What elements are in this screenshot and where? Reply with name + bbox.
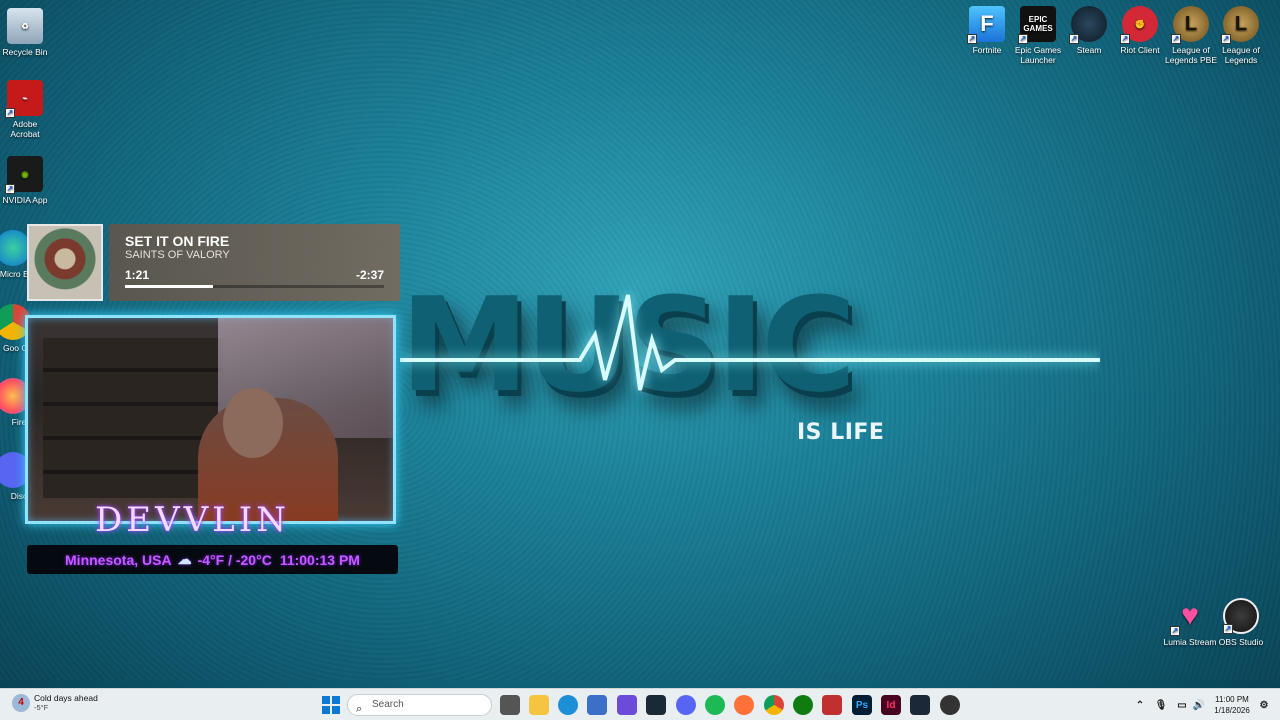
snipping-tool-icon[interactable] xyxy=(822,695,842,715)
album-art xyxy=(27,224,103,301)
recycle-bin-icon: ♻ xyxy=(7,8,43,44)
clock-date: 1/18/2026 xyxy=(1214,706,1250,715)
clock-time: 11:00 PM xyxy=(1215,695,1249,704)
progress-bar xyxy=(125,285,384,288)
epic-games-icon: EPIC GAMES ↗ xyxy=(1018,6,1056,44)
store-icon[interactable] xyxy=(587,695,607,715)
wallpaper-tagline: IS LIFE xyxy=(797,420,885,445)
nvidia-icon: ◉ ↗ xyxy=(5,156,43,194)
snow-cloud-icon: ☁ xyxy=(177,551,192,567)
taskbar: 4 Cold days ahead -5°F ⌕ Search Ps Id ⌃ … xyxy=(0,688,1280,720)
epic-glyph: EPIC GAMES xyxy=(1023,15,1053,33)
riot-icon: ✊ ↗ xyxy=(1120,6,1158,44)
fortnite-glyph: F xyxy=(980,11,994,36)
weather-title: Cold days ahead xyxy=(34,693,98,703)
desktop-icon-label: OBS Studio xyxy=(1218,637,1264,647)
desktop-icon-label: Lumia Stream xyxy=(1163,637,1217,647)
search-placeholder: Search xyxy=(372,699,404,710)
firefox-taskbar-icon[interactable] xyxy=(734,695,754,715)
desktop-icon-label: Epic Games Launcher xyxy=(1014,45,1062,65)
league-pbe-icon: L ↗ xyxy=(1171,6,1209,44)
steam-second-icon[interactable] xyxy=(910,695,930,715)
file-explorer-icon[interactable] xyxy=(529,695,549,715)
now-playing-widget: SET IT ON FIRE SAINTS OF VALORY 1:21 -2:… xyxy=(27,224,400,301)
league-pbe-glyph: L xyxy=(1184,13,1198,35)
obs-icon: ↗ xyxy=(1223,598,1259,634)
taskbar-clock[interactable]: 11:00 PM 1/18/2026 xyxy=(1208,694,1256,716)
search-icon: ⌕ xyxy=(356,703,363,715)
chrome-taskbar-icon[interactable] xyxy=(764,695,784,715)
obs-taskbar-icon[interactable] xyxy=(940,695,960,715)
wallpaper-art: MUSIC IS LIFE xyxy=(400,280,1100,450)
webcam-person-head xyxy=(223,388,283,458)
indesign-glyph: Id xyxy=(886,699,896,711)
temperature-text: -4°F / -20°C xyxy=(197,551,272,568)
desktop-icon-label: Adobe Acrobat xyxy=(10,119,40,139)
desktop-icon-riot-client[interactable]: ✊ ↗ Riot Client xyxy=(1113,6,1167,55)
discord-taskbar-icon[interactable] xyxy=(676,695,696,715)
webcam-shelf xyxy=(43,338,223,498)
overlay-time: 11:00:13 PM xyxy=(279,551,360,568)
desktop-icon-label: NVIDIA App xyxy=(2,195,48,205)
desktop-icon-label: Recycle Bin xyxy=(2,47,48,57)
elapsed-time: 1:21 xyxy=(125,268,150,282)
photoshop-glyph: Ps xyxy=(855,699,869,711)
windows-icon xyxy=(322,696,340,714)
weather-icon: 4 xyxy=(12,693,30,712)
league-glyph: L xyxy=(1234,13,1248,35)
desktop-icon-adobe-acrobat[interactable]: ⌁ ↗ Adobe Acrobat xyxy=(0,80,52,139)
steam-taskbar-icon[interactable] xyxy=(646,695,666,715)
microphone-icon[interactable]: 🎙 xyxy=(1151,695,1171,715)
webcam-frame xyxy=(25,315,396,524)
league-icon: L ↗ xyxy=(1221,6,1259,44)
location-text: Minnesota, USA xyxy=(65,551,172,568)
chevron-up-icon[interactable]: ⌃ xyxy=(1130,695,1150,715)
desktop-icon-epic-games[interactable]: EPIC GAMES ↗ Epic Games Launcher xyxy=(1011,6,1065,65)
acrobat-icon: ⌁ ↗ xyxy=(5,80,43,118)
track-title: SET IT ON FIRE xyxy=(125,233,230,249)
desktop-icon-label: League of Legends PBE xyxy=(1165,45,1217,65)
desktop-icon-label: Steam xyxy=(1076,45,1102,55)
desktop-icon-recycle-bin[interactable]: ♻ Recycle Bin xyxy=(0,8,52,57)
desktop-icon-nvidia-app[interactable]: ◉ ↗ NVIDIA App xyxy=(0,156,52,205)
edge-taskbar-icon[interactable] xyxy=(558,695,578,715)
desktop-icon-steam[interactable]: ↗ Steam xyxy=(1062,6,1116,55)
taskbar-search[interactable]: ⌕ Search xyxy=(347,694,492,716)
fortnite-icon: F ↗ xyxy=(967,6,1005,44)
taskbar-weather[interactable]: 4 Cold days ahead -5°F xyxy=(12,693,98,712)
now-playing-panel: SET IT ON FIRE SAINTS OF VALORY 1:21 -2:… xyxy=(109,224,400,301)
track-artist: SAINTS OF VALORY xyxy=(125,249,230,261)
copilot-icon[interactable] xyxy=(617,695,637,715)
progress-fill xyxy=(125,285,214,288)
spotify-icon[interactable] xyxy=(705,695,725,715)
desktop-icon-label: Fortnite xyxy=(972,45,1002,55)
lumia-stream-icon: ♥ ↗ xyxy=(1170,599,1199,636)
weather-temp: -5°F xyxy=(34,703,49,712)
desktop-icon-label: League of Legends xyxy=(1222,45,1260,65)
desktop-icon-league[interactable]: L ↗ League of Legends xyxy=(1214,6,1268,65)
desktop-icon-fortnite[interactable]: F ↗ Fortnite xyxy=(960,6,1014,55)
location-weather-bar: Minnesota, USA ☁ -4°F / -20°C 11:00:13 P… xyxy=(27,545,398,574)
notification-icon[interactable]: ⚙ xyxy=(1254,695,1274,715)
heartbeat-line-icon xyxy=(400,294,1100,391)
remaining-time: -2:37 xyxy=(355,268,384,282)
xbox-icon[interactable] xyxy=(793,695,813,715)
desktop-icon-label: Riot Client xyxy=(1120,45,1160,55)
photoshop-icon[interactable]: Ps xyxy=(852,695,872,715)
weather-badge: 4 xyxy=(18,696,24,708)
desktop-icon-league-pbe[interactable]: L ↗ League of Legends PBE xyxy=(1164,6,1218,65)
indesign-icon[interactable]: Id xyxy=(881,695,901,715)
start-button[interactable] xyxy=(321,695,341,715)
task-view-icon[interactable] xyxy=(500,695,520,715)
desktop-icon-lumia-stream[interactable]: ♥ ↗ Lumia Stream xyxy=(1163,598,1217,648)
streamer-name: DEVVLIN xyxy=(95,500,290,540)
volume-icon[interactable]: 🔊 xyxy=(1189,695,1209,715)
steam-icon: ↗ xyxy=(1069,6,1107,44)
desktop-icon-obs-studio[interactable]: ↗ OBS Studio xyxy=(1214,598,1268,647)
